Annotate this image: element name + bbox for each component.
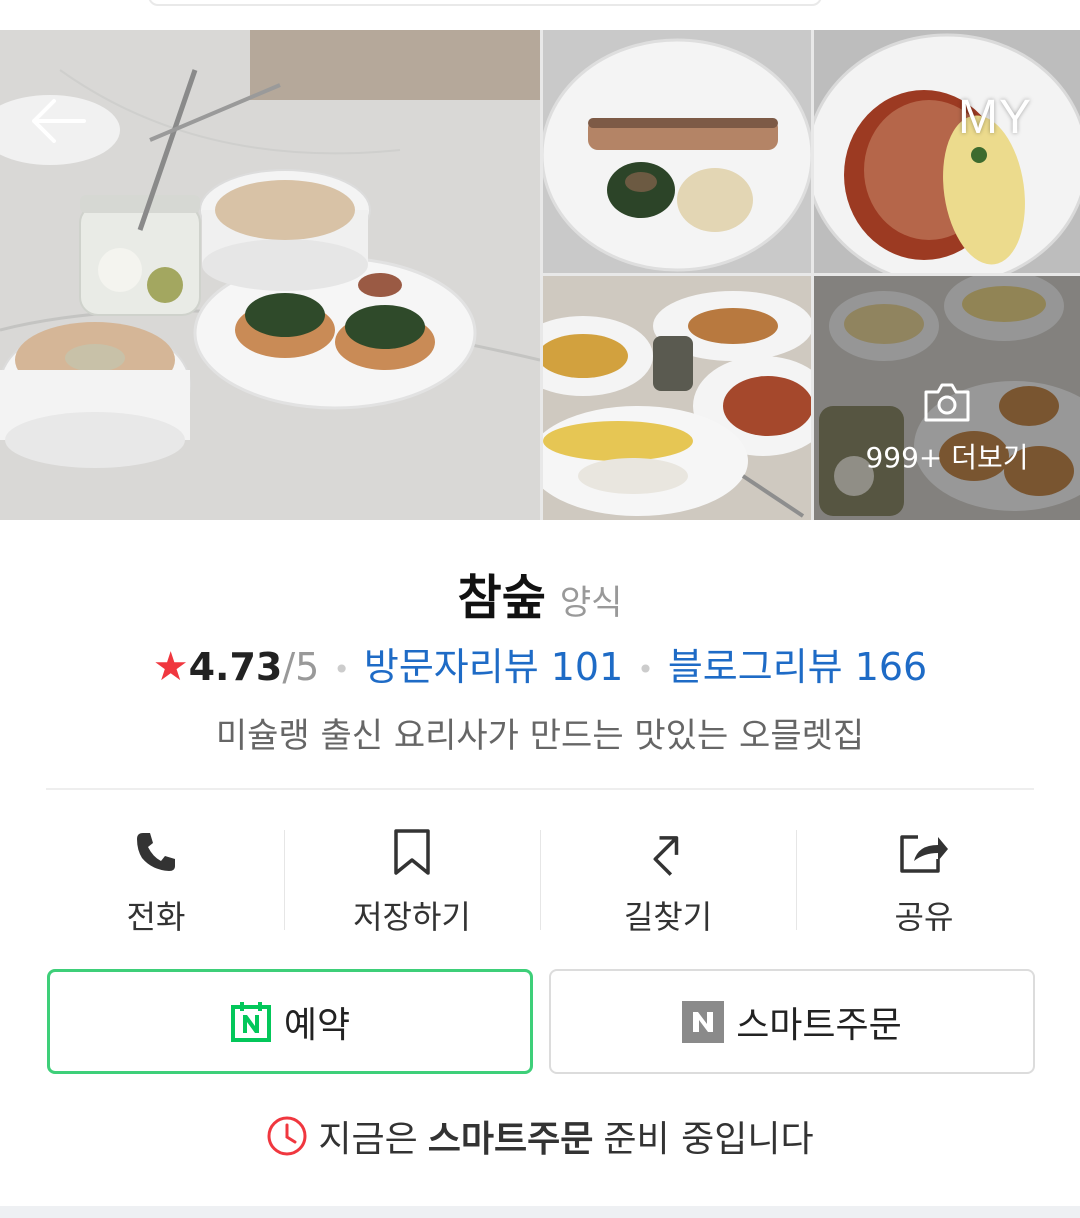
visitor-reviews-link[interactable]: 방문자리뷰 101 [364,645,623,689]
star-icon: ★ [152,644,189,690]
photo-table[interactable] [543,276,811,520]
directions-button[interactable]: 길찾기 [540,822,796,936]
photo-omelette[interactable] [814,30,1080,273]
section-separator [0,1206,1080,1218]
divider [46,788,1034,790]
rating-score: 4.73 [188,645,283,689]
blog-reviews-link[interactable]: 블로그리뷰 166 [668,645,927,689]
notice-suffix: 준비 중입니다 [603,1119,814,1160]
place-description: 미슐랭 출신 요리사가 만드는 맛있는 오믈렛집 [215,716,865,756]
notice-prefix: 지금은 [318,1119,418,1160]
smart-order-label: 스마트주문 [736,1004,902,1046]
directions-label: 길찾기 [623,898,713,936]
reserve-label: 예약 [283,1004,351,1046]
place-title: 참숲 양식 [0,558,1080,628]
rating-max: /5 [282,645,320,689]
place-category: 양식 [559,583,623,623]
place-name: 참숲 [457,570,546,626]
order-status-notice: 지금은 스마트주문 준비 중입니다 [0,1110,1080,1162]
call-label: 전화 [126,898,186,936]
search-bar-edge[interactable] [148,0,822,6]
notice-highlight: 스마트주문 [427,1119,594,1160]
share-icon [900,835,948,873]
more-photos-overlay[interactable]: 999+ 더보기 [814,276,1080,520]
save-button[interactable]: 저장하기 [284,822,540,936]
reserve-button[interactable]: 예약 [47,969,533,1074]
call-button[interactable]: 전화 [28,822,284,936]
my-button[interactable]: MY [958,90,1032,145]
share-label: 공유 [894,898,954,936]
more-photos-label: 999+ 더보기 [865,441,1029,474]
photo-gallery: MY 999+ 더보기 [0,30,1080,520]
separator-dot: • [333,653,350,686]
save-label: 저장하기 [353,898,471,936]
back-button[interactable] [28,96,98,152]
arrow-left-icon [32,99,86,143]
rating-row: ★4.73/5 • 방문자리뷰 101 • 블로그리뷰 166 [0,636,1080,691]
phone-icon [137,833,175,871]
directions-icon [653,836,679,876]
naver-n-icon [682,1000,725,1043]
camera-icon [924,383,970,422]
smart-order-button[interactable]: 스마트주문 [549,969,1035,1074]
clock-icon [267,1116,307,1156]
photo-salmon[interactable] [543,30,811,273]
separator-dot: • [637,653,654,686]
top-strip [0,0,1080,30]
bookmark-icon [394,829,430,875]
action-bar: 전화 저장하기 길찾기 공유 [28,822,1052,936]
naver-booking-icon [230,1001,271,1042]
share-button[interactable]: 공유 [796,822,1052,936]
